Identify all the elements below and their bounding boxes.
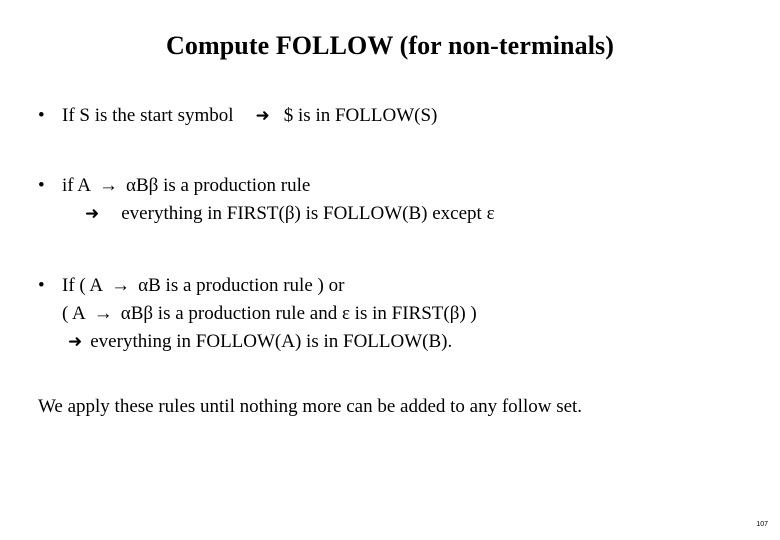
- bullet-2-text-tail: αBβ is a production rule: [126, 175, 311, 196]
- fat-arrow-icon: ➜: [68, 332, 83, 352]
- bullet-marker-icon: •: [38, 105, 45, 126]
- bullet-2-subline: ➜ everything in FIRST(β) is FOLLOW(B) exc…: [0, 200, 780, 228]
- bullet-item-1: • If S is the start symbol ➜ $ is in FOLLO…: [0, 102, 780, 130]
- bullet-3-line-2-lead: ( A: [62, 303, 86, 324]
- bullet-marker-icon: •: [38, 175, 45, 196]
- bullet-group-2: • if A → αBβ is a production rule ➜ everyth…: [0, 172, 780, 228]
- bullet-3-line-2: ( A → αBβ is a production rule and ε is in…: [0, 300, 780, 328]
- bullet-3-line-3: ➜ everything in FOLLOW(A) is in FOLLOW(B)…: [0, 328, 780, 356]
- fat-arrow-icon: ➜: [255, 106, 270, 126]
- bullet-1-text-lead: If S is the start symbol: [62, 105, 234, 126]
- bullet-1-text-tail: $ is in FOLLOW(S): [283, 105, 438, 126]
- page-number: 107: [756, 521, 768, 528]
- bullet-3-text-lead: If ( A: [62, 275, 104, 296]
- thin-arrow-icon: →: [111, 275, 131, 296]
- thin-arrow-icon: →: [99, 175, 119, 196]
- bullet-3-line-3-text: everything in FOLLOW(A) is in FOLLOW(B).: [90, 331, 453, 352]
- thin-arrow-icon: →: [93, 303, 113, 324]
- bullet-item-3: • If ( A → αB is a production rule ) or: [0, 272, 780, 300]
- page-title: Compute FOLLOW (for non-terminals): [165, 31, 615, 60]
- bullet-2-subline-text: everything in FIRST(β) is FOLLOW(B) exce…: [121, 203, 495, 224]
- bullet-group-3: • If ( A → αB is a production rule ) or ( …: [0, 272, 780, 356]
- bullet-2-text-lead: if A: [62, 175, 92, 196]
- bullet-item-2: • if A → αBβ is a production rule: [0, 172, 780, 200]
- fat-arrow-icon: ➜: [85, 204, 100, 224]
- bullet-marker-icon: •: [38, 275, 45, 296]
- closing-paragraph: We apply these rules until nothing more …: [38, 396, 583, 417]
- bullet-group-1: • If S is the start symbol ➜ $ is in FOLLO…: [0, 102, 780, 130]
- bullet-3-text-tail: αB is a production rule ) or: [138, 275, 345, 296]
- slide-canvas: Compute FOLLOW (for non-terminals) • If …: [0, 0, 780, 540]
- bullet-3-line-2-tail: αBβ is a production rule and ε is in FIR…: [120, 303, 477, 324]
